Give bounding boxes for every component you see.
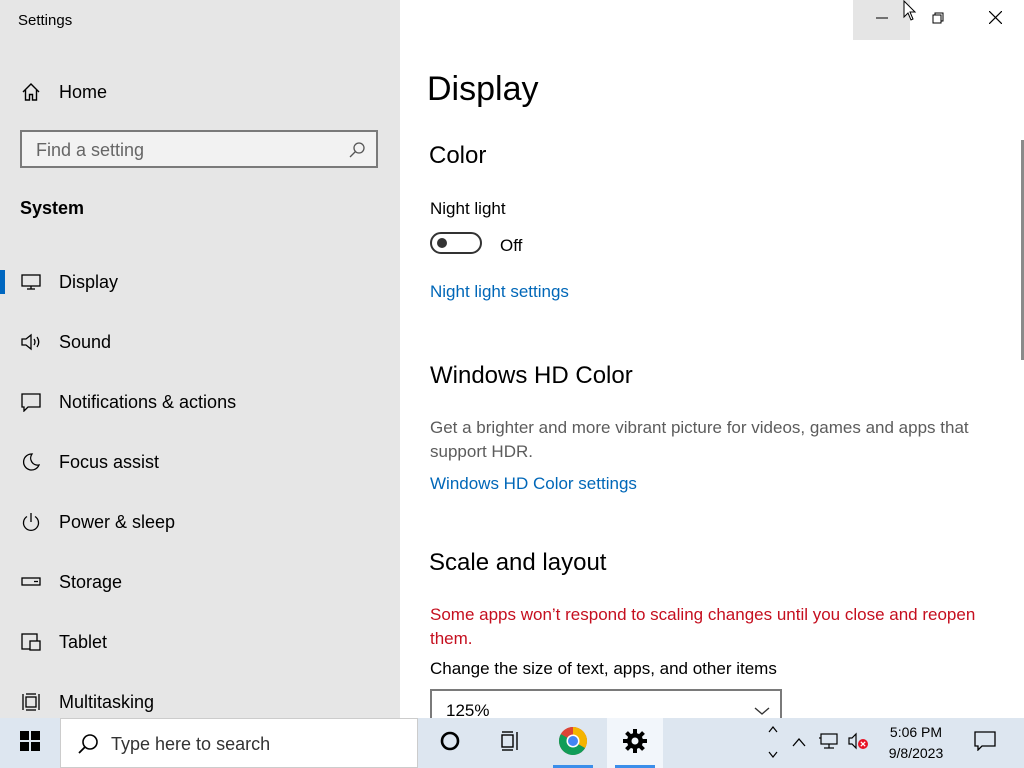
sidebar-item-display[interactable]: Display — [0, 258, 400, 306]
search-icon — [77, 733, 99, 760]
storage-icon — [20, 571, 42, 593]
page-title: Display — [427, 70, 539, 108]
clock-date: 9/8/2023 — [888, 745, 944, 761]
network-icon — [818, 732, 840, 755]
night-light-settings-link[interactable]: Night light settings — [430, 282, 569, 302]
chevron-down-icon — [754, 701, 770, 718]
sidebar-item-storage[interactable]: Storage — [0, 558, 400, 606]
find-setting-input[interactable] — [36, 138, 336, 162]
windows-logo-icon — [20, 730, 40, 756]
find-setting-search-box[interactable] — [20, 130, 378, 168]
home-icon — [20, 81, 42, 103]
sidebar-item-label: Notifications & actions — [59, 391, 237, 412]
chrome-icon — [558, 726, 588, 761]
sidebar-item-label: Focus assist — [59, 451, 160, 472]
sidebar-item-focus-assist[interactable]: Focus assist — [0, 438, 400, 486]
chrome-taskbar-button[interactable] — [545, 718, 601, 768]
sidebar-item-home[interactable]: Home — [20, 78, 107, 106]
sidebar-item-label: Sound — [59, 331, 112, 352]
chevron-up-icon[interactable] — [768, 725, 778, 736]
section-heading-system: System — [20, 198, 85, 218]
search-icon[interactable] — [348, 141, 366, 159]
sidebar-item-power-sleep[interactable]: Power & sleep — [0, 498, 400, 546]
power-icon — [20, 511, 42, 533]
minimize-button[interactable] — [853, 0, 910, 40]
volume-tray-button[interactable] — [845, 718, 871, 768]
tablet-icon — [20, 631, 42, 653]
scale-value: 125% — [446, 701, 490, 718]
active-indicator — [0, 270, 5, 294]
sidebar-item-label: Multitasking — [59, 691, 155, 712]
toggle-knob — [437, 238, 447, 248]
start-button[interactable] — [0, 718, 60, 768]
chevron-down-icon[interactable] — [768, 750, 778, 761]
main-content: Display Color Night light Off Night ligh… — [400, 0, 1024, 718]
sidebar: Settings Home System Display Sound Notif… — [0, 0, 400, 718]
restore-icon — [932, 11, 944, 29]
taskbar-scroll-buttons[interactable] — [764, 718, 782, 768]
change-size-label: Change the size of text, apps, and other… — [430, 659, 777, 678]
hdr-description: Get a brighter and more vibrant picture … — [430, 418, 969, 461]
volume-muted-icon — [847, 732, 869, 755]
scale-layout-heading: Scale and layout — [429, 549, 607, 576]
task-view-button[interactable] — [482, 718, 538, 768]
night-light-toggle[interactable] — [430, 232, 482, 254]
scaling-warning: Some apps won’t respond to scaling chang… — [430, 605, 976, 648]
cortana-icon — [439, 730, 461, 757]
mouse-cursor-icon — [903, 0, 917, 27]
taskbar-search-box[interactable]: Type here to search — [60, 718, 418, 768]
notification-icon — [20, 391, 42, 413]
sidebar-item-label: Home — [59, 81, 108, 102]
minimize-icon — [875, 11, 888, 29]
multitasking-icon — [20, 691, 42, 713]
sidebar-item-label: Tablet — [59, 631, 108, 652]
restore-button[interactable] — [915, 0, 961, 40]
sidebar-item-notifications[interactable]: Notifications & actions — [0, 378, 400, 426]
close-icon — [988, 10, 1002, 29]
system-clock[interactable]: 5:06 PM 9/8/2023 — [878, 722, 954, 764]
night-light-state: Off — [500, 236, 523, 255]
notification-icon — [974, 730, 996, 756]
color-heading: Color — [429, 142, 487, 169]
monitor-icon — [20, 271, 42, 293]
close-button[interactable] — [972, 0, 1018, 40]
cortana-button[interactable] — [422, 718, 478, 768]
show-hidden-icons-button[interactable] — [787, 718, 811, 768]
settings-taskbar-button[interactable] — [607, 718, 663, 768]
speaker-icon — [20, 331, 42, 353]
scale-dropdown[interactable]: 125% — [430, 689, 782, 718]
hd-color-settings-link[interactable]: Windows HD Color settings — [430, 474, 637, 494]
sidebar-item-tablet[interactable]: Tablet — [0, 618, 400, 666]
sidebar-item-label: Display — [59, 271, 119, 292]
sidebar-item-label: Power & sleep — [59, 511, 176, 532]
clock-time: 5:06 PM — [889, 724, 943, 740]
taskbar: Type here to search 5:06 PM 9/8/2023 — [0, 718, 1024, 768]
moon-icon — [20, 451, 42, 473]
gear-icon — [622, 728, 648, 759]
sidebar-item-label: Storage — [59, 571, 123, 592]
taskbar-search-placeholder: Type here to search — [111, 734, 271, 754]
chevron-up-icon — [792, 734, 806, 752]
network-tray-button[interactable] — [815, 718, 843, 768]
hdr-heading: Windows HD Color — [430, 362, 633, 389]
task-view-icon — [499, 730, 521, 757]
app-title: Settings — [18, 12, 73, 29]
night-light-label: Night light — [430, 199, 506, 218]
sidebar-item-sound[interactable]: Sound — [0, 318, 400, 366]
action-center-button[interactable] — [962, 718, 1008, 768]
